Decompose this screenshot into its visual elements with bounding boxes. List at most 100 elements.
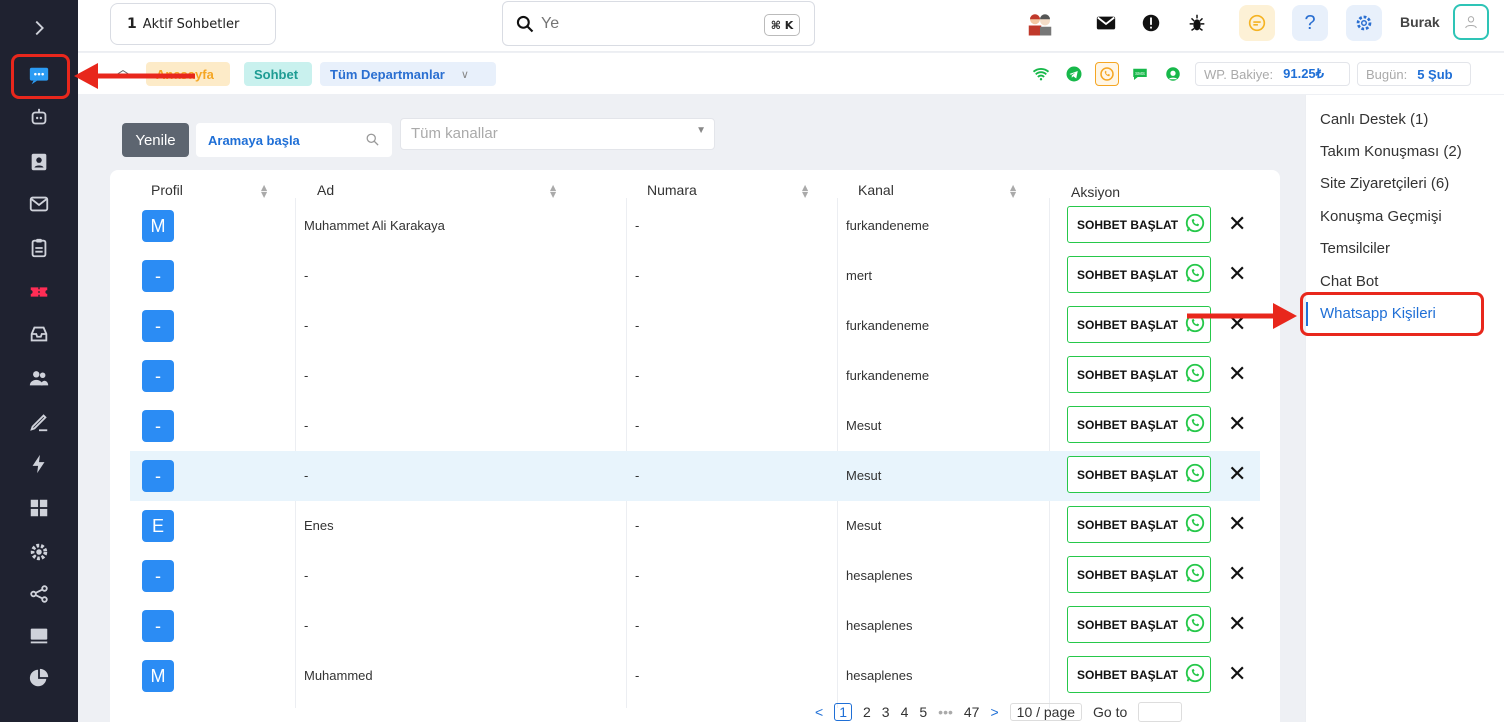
bug-icon[interactable] bbox=[1179, 5, 1215, 41]
table-row: - - - furkandeneme SOHBET BAŞLAT ✕ bbox=[130, 301, 1260, 351]
contact-search-placeholder: Aramaya başla bbox=[208, 132, 300, 148]
goto-input[interactable] bbox=[1138, 702, 1183, 722]
menu-site-visitors[interactable]: Site Ziyaretçileri (6) bbox=[1320, 175, 1449, 192]
mail-top-icon[interactable] bbox=[1088, 5, 1124, 41]
global-search-input[interactable] bbox=[541, 14, 741, 33]
agents-avatar-icon[interactable] bbox=[1022, 5, 1058, 41]
support-agent-icon[interactable] bbox=[1161, 62, 1185, 86]
close-icon[interactable]: ✕ bbox=[1228, 562, 1246, 587]
close-icon[interactable]: ✕ bbox=[1228, 362, 1246, 387]
start-chat-button[interactable]: SOHBET BAŞLAT bbox=[1067, 606, 1211, 643]
channel-select[interactable]: Tüm kanallar ▼ bbox=[400, 118, 715, 150]
user-avatar[interactable] bbox=[1453, 4, 1489, 40]
page-last[interactable]: 47 bbox=[964, 704, 980, 720]
wp-balance-label: WP. Bakiye: bbox=[1204, 66, 1274, 82]
cell-channel: furkandeneme bbox=[846, 318, 930, 333]
bot-icon[interactable] bbox=[23, 104, 55, 132]
menu-agents[interactable]: Temsilciler bbox=[1320, 240, 1390, 257]
menu-team-chat[interactable]: Takım Konuşması (2) bbox=[1320, 143, 1462, 160]
start-chat-button[interactable]: SOHBET BAŞLAT bbox=[1067, 456, 1211, 493]
global-search[interactable]: ⌘ K bbox=[502, 1, 815, 46]
alert-icon[interactable] bbox=[1133, 5, 1169, 41]
start-chat-button[interactable]: SOHBET BAŞLAT bbox=[1067, 656, 1211, 693]
monitor-icon[interactable] bbox=[23, 622, 55, 650]
annotation-highlight-sidebar bbox=[11, 54, 70, 99]
more-pages[interactable]: ••• bbox=[938, 704, 953, 720]
start-chat-label: SOHBET BAŞLAT bbox=[1077, 667, 1179, 682]
start-chat-label: SOHBET BAŞLAT bbox=[1077, 217, 1179, 232]
page-3[interactable]: 3 bbox=[882, 704, 890, 720]
refresh-button[interactable]: Yenile bbox=[122, 123, 189, 157]
pen-icon[interactable] bbox=[23, 408, 55, 436]
table-row: - - - Mesut SOHBET BAŞLAT ✕ bbox=[130, 451, 1260, 501]
page-4[interactable]: 4 bbox=[901, 704, 909, 720]
messages-icon[interactable] bbox=[1239, 5, 1275, 41]
start-chat-button[interactable]: SOHBET BAŞLAT bbox=[1067, 556, 1211, 593]
start-chat-button[interactable]: SOHBET BAŞLAT bbox=[1067, 206, 1211, 243]
start-chat-button[interactable]: SOHBET BAŞLAT bbox=[1067, 256, 1211, 293]
cell-channel: Mesut bbox=[846, 418, 882, 433]
sort-icon[interactable]: ▲ ▼ bbox=[1010, 184, 1016, 199]
close-icon[interactable]: ✕ bbox=[1228, 512, 1246, 537]
svg-text:SMS: SMS bbox=[1135, 71, 1145, 76]
pie-chart-icon[interactable] bbox=[23, 664, 55, 692]
settings-gear-icon[interactable] bbox=[23, 538, 55, 566]
user-name[interactable]: Burak bbox=[1400, 14, 1440, 30]
cell-number: - bbox=[635, 468, 640, 483]
start-chat-button[interactable]: SOHBET BAŞLAT bbox=[1067, 356, 1211, 393]
ticket-icon[interactable] bbox=[23, 278, 55, 306]
breadcrumb-chat[interactable]: Sohbet bbox=[244, 62, 312, 86]
page-2[interactable]: 2 bbox=[863, 704, 871, 720]
search-icon bbox=[366, 133, 379, 146]
contacts-icon[interactable] bbox=[23, 148, 55, 176]
clipboard-icon[interactable] bbox=[23, 234, 55, 262]
header-profile: Profil bbox=[151, 182, 183, 198]
start-chat-button[interactable]: SOHBET BAŞLAT bbox=[1067, 406, 1211, 443]
mail-icon[interactable] bbox=[23, 190, 55, 218]
menu-chat-history[interactable]: Konuşma Geçmişi bbox=[1320, 208, 1442, 225]
cell-number: - bbox=[635, 218, 640, 233]
settings-icon[interactable] bbox=[1346, 5, 1382, 41]
table-row: - - - furkandeneme SOHBET BAŞLAT ✕ bbox=[130, 351, 1260, 401]
sms-icon[interactable]: SMS bbox=[1128, 62, 1152, 86]
dashboard-icon[interactable] bbox=[23, 494, 55, 522]
close-icon[interactable]: ✕ bbox=[1228, 262, 1246, 287]
cell-channel: furkandeneme bbox=[846, 218, 930, 233]
department-select[interactable]: Tüm Departmanlar ∨ bbox=[320, 62, 496, 86]
expand-chevron-icon[interactable] bbox=[23, 14, 55, 42]
wifi-icon[interactable] bbox=[1029, 62, 1053, 86]
start-chat-label: SOHBET BAŞLAT bbox=[1077, 267, 1179, 282]
prev-page-button[interactable]: < bbox=[815, 704, 823, 720]
start-chat-button[interactable]: SOHBET BAŞLAT bbox=[1067, 506, 1211, 543]
page-5[interactable]: 5 bbox=[919, 704, 927, 720]
contact-search-input[interactable]: Aramaya başla bbox=[196, 123, 392, 157]
goto-label: Go to bbox=[1093, 704, 1128, 720]
close-icon[interactable]: ✕ bbox=[1228, 462, 1246, 487]
page-size-select[interactable]: 10 / page bbox=[1009, 703, 1083, 721]
cell-number: - bbox=[635, 518, 640, 533]
search-icon bbox=[516, 15, 534, 32]
table-row: M Muhammed - hesaplenes SOHBET BAŞLAT ✕ bbox=[130, 651, 1260, 701]
share-icon[interactable] bbox=[23, 580, 55, 608]
sort-icon[interactable]: ▲ ▼ bbox=[261, 184, 267, 199]
close-icon[interactable]: ✕ bbox=[1228, 612, 1246, 637]
telegram-icon[interactable] bbox=[1062, 62, 1086, 86]
close-icon[interactable]: ✕ bbox=[1228, 412, 1246, 437]
active-chats-button[interactable]: 1 Aktif Sohbetler bbox=[110, 3, 276, 45]
users-icon[interactable] bbox=[23, 364, 55, 392]
menu-live-support[interactable]: Canlı Destek (1) bbox=[1320, 111, 1428, 128]
page-1[interactable]: 1 bbox=[834, 703, 852, 721]
whatsapp-channel-icon[interactable] bbox=[1095, 62, 1119, 86]
help-icon[interactable]: ? bbox=[1292, 5, 1328, 41]
today-value: 5 Şub bbox=[1417, 66, 1453, 82]
next-page-button[interactable]: > bbox=[990, 704, 998, 720]
channel-select-placeholder: Tüm kanallar bbox=[411, 125, 498, 142]
sort-icon[interactable]: ▲ ▼ bbox=[550, 184, 556, 199]
sort-icon[interactable]: ▲ ▼ bbox=[802, 184, 808, 199]
close-icon[interactable]: ✕ bbox=[1228, 662, 1246, 687]
today-date: Bugün: 5 Şub bbox=[1357, 62, 1471, 86]
inbox-icon[interactable] bbox=[23, 320, 55, 348]
menu-chat-bot[interactable]: Chat Bot bbox=[1320, 273, 1378, 290]
bolt-icon[interactable] bbox=[23, 450, 55, 478]
close-icon[interactable]: ✕ bbox=[1228, 212, 1246, 237]
